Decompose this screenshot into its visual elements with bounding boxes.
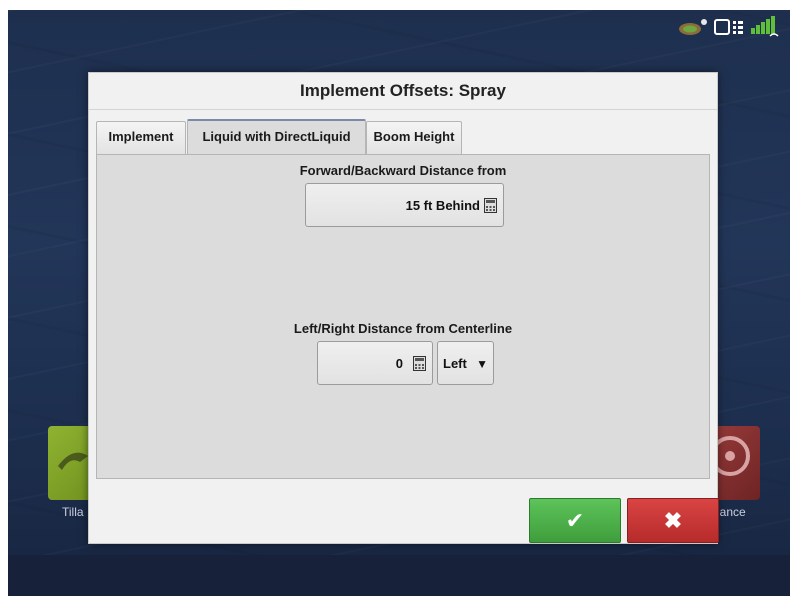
tab-panel: Forward/Backward Distance from 15 ft Beh… bbox=[96, 154, 710, 479]
direction-select[interactable]: Left ▼ bbox=[437, 341, 494, 385]
gps-icon[interactable] bbox=[678, 18, 708, 41]
tab-implement[interactable]: Implement bbox=[96, 121, 186, 154]
forward-backward-label: Forward/Backward Distance from bbox=[299, 163, 507, 178]
cancel-button[interactable]: ✖ bbox=[627, 498, 719, 543]
screen-background: Tilla dance Implement Offsets: Spray Imp… bbox=[8, 10, 790, 596]
close-icon: ✖ bbox=[663, 508, 683, 533]
tillage-app-label: Tilla bbox=[62, 505, 84, 519]
checkmark-icon: ✔ bbox=[565, 508, 585, 533]
calculator-icon bbox=[413, 355, 426, 371]
bottom-bar bbox=[8, 555, 790, 596]
implement-offsets-dialog: Implement Offsets: Spray Implement Liqui… bbox=[88, 72, 719, 544]
left-right-value: 0 bbox=[395, 355, 403, 371]
dropdown-arrow-icon: ▼ bbox=[476, 357, 488, 371]
dialog-title: Implement Offsets: Spray bbox=[300, 81, 506, 100]
status-icons bbox=[678, 16, 780, 43]
ok-button[interactable]: ✔ bbox=[529, 498, 621, 543]
title-divider bbox=[89, 109, 717, 110]
forward-backward-distance-button[interactable]: 15 ft Behind bbox=[305, 183, 504, 227]
forward-backward-value: 15 ft Behind bbox=[405, 197, 480, 213]
tab-boom-height[interactable]: Boom Height bbox=[366, 121, 462, 154]
tab-liquid-directliquid[interactable]: Liquid with DirectLiquid bbox=[187, 119, 366, 154]
signal-icon[interactable] bbox=[750, 16, 780, 43]
display-icon[interactable] bbox=[714, 18, 744, 41]
direction-value: Left bbox=[443, 355, 467, 371]
left-right-distance-button[interactable]: 0 bbox=[317, 341, 433, 385]
left-right-label: Left/Right Distance from Centerline bbox=[293, 321, 513, 336]
calculator-icon bbox=[484, 197, 497, 213]
